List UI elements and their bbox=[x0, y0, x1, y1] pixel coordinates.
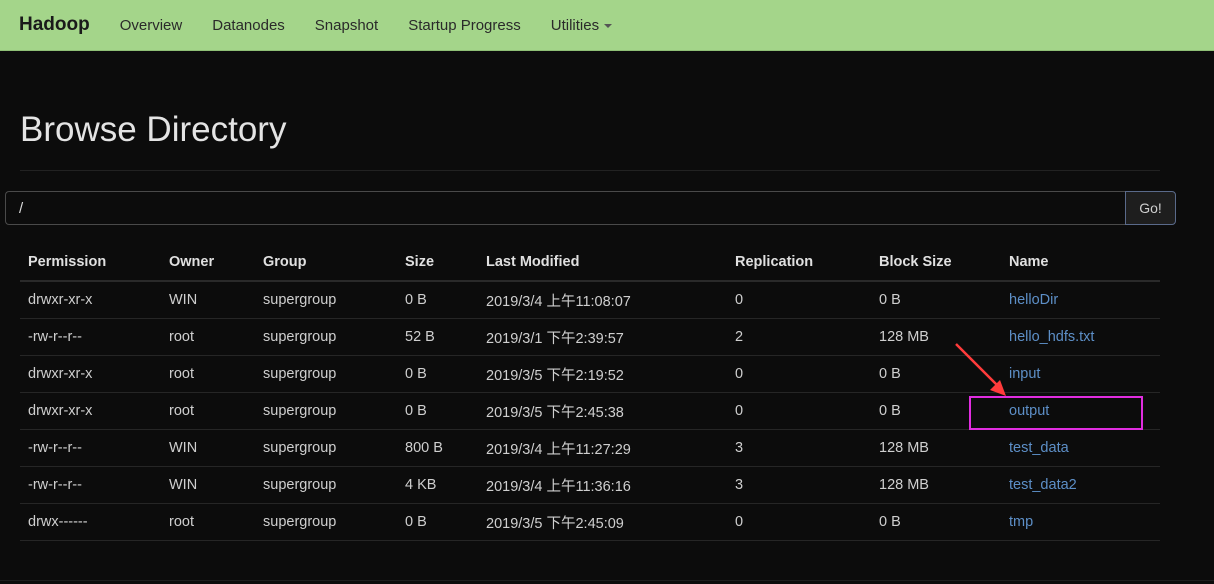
directory-path-input[interactable] bbox=[5, 191, 1125, 225]
cell-size: 800 B bbox=[397, 429, 478, 467]
header-name[interactable]: Name bbox=[1001, 244, 1160, 282]
cell-block-size: 128 MB bbox=[871, 429, 1001, 467]
cell-permission: -rw-r--r-- bbox=[20, 429, 161, 467]
cell-replication: 0 bbox=[727, 503, 871, 541]
page-title: Browse Directory bbox=[20, 110, 287, 149]
cell-size: 0 B bbox=[397, 392, 478, 430]
file-link-input[interactable]: input bbox=[1009, 366, 1040, 382]
cell-replication: 2 bbox=[727, 318, 871, 356]
header-owner[interactable]: Owner bbox=[161, 244, 255, 282]
cell-size: 52 B bbox=[397, 318, 478, 356]
cell-owner: root bbox=[161, 392, 255, 430]
table-header-row: Permission Owner Group Size Last Modifie… bbox=[20, 244, 1160, 282]
cell-name: hello_hdfs.txt bbox=[1001, 318, 1160, 356]
footer-divider bbox=[0, 580, 1214, 581]
cell-group: supergroup bbox=[255, 281, 397, 319]
nav-snapshot[interactable]: Snapshot bbox=[315, 17, 378, 34]
cell-last-modified: 2019/3/1 下午2:39:57 bbox=[478, 318, 727, 356]
cell-permission: drwxr-xr-x bbox=[20, 281, 161, 319]
nav-datanodes[interactable]: Datanodes bbox=[212, 17, 285, 34]
caret-down-icon bbox=[604, 24, 613, 28]
cell-permission: drwx------ bbox=[20, 503, 161, 541]
nav-startup-progress[interactable]: Startup Progress bbox=[408, 17, 521, 34]
cell-replication: 3 bbox=[727, 429, 871, 467]
path-bar: Go! bbox=[5, 191, 1176, 225]
cell-owner: root bbox=[161, 503, 255, 541]
cell-name: input bbox=[1001, 355, 1160, 393]
cell-owner: WIN bbox=[161, 466, 255, 504]
file-link-test-data[interactable]: test_data bbox=[1009, 440, 1069, 456]
file-link-hellodir[interactable]: helloDir bbox=[1009, 292, 1058, 308]
header-permission[interactable]: Permission bbox=[20, 244, 161, 282]
cell-permission: -rw-r--r-- bbox=[20, 318, 161, 356]
cell-size: 0 B bbox=[397, 355, 478, 393]
file-link-tmp[interactable]: tmp bbox=[1009, 514, 1033, 530]
cell-block-size: 0 B bbox=[871, 281, 1001, 319]
cell-permission: drwxr-xr-x bbox=[20, 355, 161, 393]
cell-replication: 0 bbox=[727, 392, 871, 430]
file-link-output[interactable]: output bbox=[1009, 403, 1049, 419]
table-row: -rw-r--r-- WIN supergroup 800 B 2019/3/4… bbox=[20, 429, 1160, 467]
cell-last-modified: 2019/3/5 下午2:45:09 bbox=[478, 503, 727, 541]
header-group[interactable]: Group bbox=[255, 244, 397, 282]
brand-logo[interactable]: Hadoop bbox=[19, 14, 90, 36]
file-link-hello-hdfs[interactable]: hello_hdfs.txt bbox=[1009, 329, 1094, 345]
cell-owner: root bbox=[161, 318, 255, 356]
directory-table: Permission Owner Group Size Last Modifie… bbox=[20, 244, 1160, 541]
cell-block-size: 128 MB bbox=[871, 466, 1001, 504]
table-row: drwxr-xr-x root supergroup 0 B 2019/3/5 … bbox=[20, 392, 1160, 430]
header-size[interactable]: Size bbox=[397, 244, 478, 282]
nav-startup-progress-label: Startup Progress bbox=[408, 16, 521, 34]
cell-group: supergroup bbox=[255, 392, 397, 430]
cell-owner: WIN bbox=[161, 281, 255, 319]
cell-group: supergroup bbox=[255, 355, 397, 393]
cell-owner: WIN bbox=[161, 429, 255, 467]
cell-last-modified: 2019/3/4 上午11:08:07 bbox=[478, 281, 727, 319]
nav-overview[interactable]: Overview bbox=[120, 17, 183, 34]
cell-owner: root bbox=[161, 355, 255, 393]
go-button[interactable]: Go! bbox=[1125, 191, 1176, 225]
nav-overview-label: Overview bbox=[119, 16, 183, 34]
nav-utilities-dropdown[interactable]: Utilities bbox=[550, 16, 613, 34]
cell-replication: 3 bbox=[727, 466, 871, 504]
cell-replication: 0 bbox=[727, 355, 871, 393]
cell-name: output bbox=[1001, 392, 1160, 430]
title-divider bbox=[20, 170, 1160, 171]
cell-size: 0 B bbox=[397, 281, 478, 319]
cell-group: supergroup bbox=[255, 429, 397, 467]
cell-name: test_data bbox=[1001, 429, 1160, 467]
cell-last-modified: 2019/3/4 上午11:36:16 bbox=[478, 466, 727, 504]
nav-snapshot-label: Snapshot bbox=[314, 16, 379, 34]
cell-name: test_data2 bbox=[1001, 466, 1160, 504]
cell-block-size: 0 B bbox=[871, 355, 1001, 393]
cell-size: 4 KB bbox=[397, 466, 478, 504]
cell-last-modified: 2019/3/5 下午2:45:38 bbox=[478, 392, 727, 430]
file-link-test-data2[interactable]: test_data2 bbox=[1009, 477, 1077, 493]
cell-group: supergroup bbox=[255, 503, 397, 541]
table-row: drwx------ root supergroup 0 B 2019/3/5 … bbox=[20, 503, 1160, 541]
cell-last-modified: 2019/3/4 上午11:27:29 bbox=[478, 429, 727, 467]
table-row: -rw-r--r-- root supergroup 52 B 2019/3/1… bbox=[20, 318, 1160, 356]
cell-size: 0 B bbox=[397, 503, 478, 541]
cell-name: helloDir bbox=[1001, 281, 1160, 319]
nav-utilities-label: Utilities bbox=[550, 16, 600, 34]
table-row: -rw-r--r-- WIN supergroup 4 KB 2019/3/4 … bbox=[20, 466, 1160, 504]
table-row: drwxr-xr-x root supergroup 0 B 2019/3/5 … bbox=[20, 355, 1160, 393]
header-replication[interactable]: Replication bbox=[727, 244, 871, 282]
cell-permission: drwxr-xr-x bbox=[20, 392, 161, 430]
cell-replication: 0 bbox=[727, 281, 871, 319]
cell-name: tmp bbox=[1001, 503, 1160, 541]
header-block-size[interactable]: Block Size bbox=[871, 244, 1001, 282]
nav-datanodes-label: Datanodes bbox=[212, 16, 285, 34]
cell-group: supergroup bbox=[255, 318, 397, 356]
cell-block-size: 0 B bbox=[871, 392, 1001, 430]
top-navbar: Hadoop Overview Datanodes Snapshot Start… bbox=[0, 0, 1214, 51]
cell-group: supergroup bbox=[255, 466, 397, 504]
cell-block-size: 128 MB bbox=[871, 318, 1001, 356]
header-last-modified[interactable]: Last Modified bbox=[478, 244, 727, 282]
cell-permission: -rw-r--r-- bbox=[20, 466, 161, 504]
table-row: drwxr-xr-x WIN supergroup 0 B 2019/3/4 上… bbox=[20, 281, 1160, 319]
cell-block-size: 0 B bbox=[871, 503, 1001, 541]
cell-last-modified: 2019/3/5 下午2:19:52 bbox=[478, 355, 727, 393]
